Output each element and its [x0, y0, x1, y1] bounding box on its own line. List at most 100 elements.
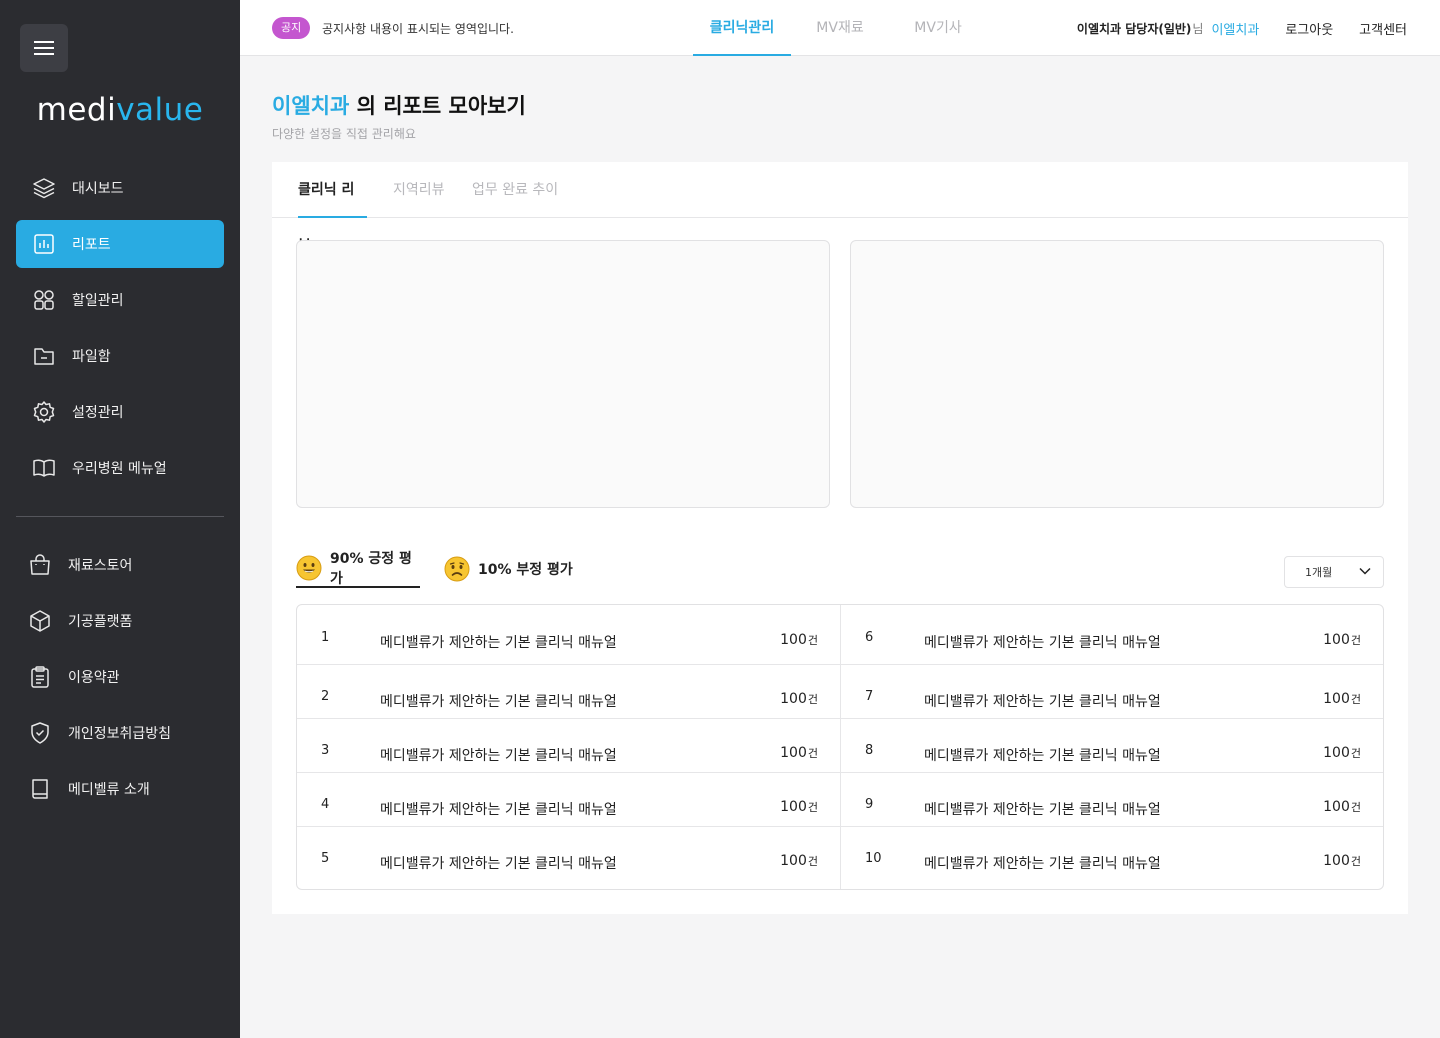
- row-count-unit: 건: [1350, 693, 1361, 706]
- row-number: 10: [865, 851, 882, 866]
- sidebar-item-settings[interactable]: 설정관리: [16, 388, 224, 436]
- sidebar-item-label: 우리병원 메뉴얼: [72, 461, 167, 477]
- row-count-value: 100: [780, 691, 807, 707]
- table-row[interactable]: 5 메디밸류가 제안하는 기본 클리닉 매뉴얼 100건: [297, 827, 840, 889]
- book-open-icon: [32, 456, 56, 480]
- medivalue-logo[interactable]: medivalue: [0, 88, 240, 132]
- row-count-unit: 건: [807, 801, 818, 814]
- ranking-column-left: 1 메디밸류가 제안하는 기본 클리닉 매뉴얼 100건 2 메디밸류가 제안하는 기본…: [297, 605, 840, 889]
- sidebar-nav-main: 대시보드 리포트 할일관리 파일함 설정관리 우리병원 메뉴얼: [16, 164, 224, 500]
- table-row[interactable]: 9 메디밸류가 제안하는 기본 클리닉 매뉴얼 100건: [841, 773, 1383, 827]
- sidebar-item-privacy[interactable]: 개인정보취급방침: [28, 709, 224, 757]
- row-title: 메디밸류가 제안하는 기본 클리닉 매뉴얼: [924, 748, 1161, 764]
- row-number: 1: [321, 630, 330, 645]
- row-count-unit: 건: [807, 855, 818, 868]
- user-suffix: 님: [1192, 22, 1204, 36]
- sidebar-item-dashboard[interactable]: 대시보드: [16, 164, 224, 212]
- row-count: 100건: [1323, 799, 1361, 815]
- hamburger-menu-button[interactable]: [20, 24, 68, 72]
- row-count-unit: 건: [1350, 801, 1361, 814]
- sidebar-item-label: 리포트: [72, 237, 111, 253]
- user-area: 이엘치과 담당자(일반) 님 이엘치과 로그아웃 고객센터: [1077, 19, 1407, 38]
- page-title: 이엘치과 의 리포트 모아보기: [272, 90, 526, 120]
- row-number: 8: [865, 743, 874, 758]
- table-row[interactable]: 4 메디밸류가 제안하는 기본 클리닉 매뉴얼 100건: [297, 773, 840, 827]
- tab-clinic-review[interactable]: 클리닉 리뷰: [298, 162, 367, 254]
- row-number: 3: [321, 743, 330, 758]
- row-title: 메디밸류가 제안하는 기본 클리닉 매뉴얼: [380, 856, 617, 872]
- row-title: 메디밸류가 제안하는 기본 클리닉 매뉴얼: [924, 856, 1161, 872]
- support-link[interactable]: 고객센터: [1359, 19, 1407, 38]
- gear-icon: [32, 400, 56, 424]
- sidebar-item-label: 재료스토어: [68, 558, 133, 574]
- table-row[interactable]: 7 메디밸류가 제안하는 기본 클리닉 매뉴얼 100건: [841, 665, 1383, 719]
- row-count-value: 100: [1323, 691, 1350, 707]
- layers-icon: [32, 176, 56, 200]
- table-row[interactable]: 6 메디밸류가 제안하는 기본 클리닉 매뉴얼 100건: [841, 605, 1383, 665]
- period-select-value: 1개월: [1305, 566, 1333, 579]
- table-row[interactable]: 10 메디밸류가 제안하는 기본 클리닉 매뉴얼 100건: [841, 827, 1383, 889]
- report-panel: 클리닉 리뷰 지역리뷰 업무 완료 추이 90% 긍정 평가 10% 부정 평가…: [272, 162, 1408, 914]
- sidebar-item-lab-platform[interactable]: 기공플랫폼: [28, 597, 224, 645]
- row-count: 100건: [1323, 745, 1361, 761]
- table-row[interactable]: 3 메디밸류가 제안하는 기본 클리닉 매뉴얼 100건: [297, 719, 840, 773]
- sidebar-item-about[interactable]: 메디벨류 소개: [28, 765, 224, 813]
- page-subtitle: 다양한 설정을 직접 관리해요: [272, 127, 416, 141]
- tab-task-completion-trend[interactable]: 업무 완료 추이: [472, 162, 558, 218]
- folder-icon: [32, 344, 56, 368]
- sidebar-item-label: 설정관리: [72, 405, 124, 421]
- row-count-value: 100: [780, 799, 807, 815]
- positive-rating-label: 90% 긍정 평가: [330, 551, 412, 587]
- row-count-value: 100: [1323, 799, 1350, 815]
- tab-mv-technician[interactable]: MV기사: [889, 0, 987, 56]
- book-icon: [28, 777, 52, 801]
- period-select[interactable]: 1개월: [1284, 556, 1384, 588]
- row-count: 100건: [780, 853, 818, 869]
- row-number: 2: [321, 689, 330, 704]
- row-count-unit: 건: [1350, 747, 1361, 760]
- ranking-column-right: 6 메디밸류가 제안하는 기본 클리닉 매뉴얼 100건 7 메디밸류가 제안하는 기본…: [840, 605, 1383, 889]
- top-tabs: 클리닉관리 MV재료 MV기사: [693, 0, 987, 56]
- hamburger-icon: [34, 41, 54, 55]
- sidebar-item-label: 기공플랫폼: [68, 614, 133, 630]
- table-row[interactable]: 1 메디밸류가 제안하는 기본 클리닉 매뉴얼 100건: [297, 605, 840, 665]
- sidebar-item-label: 메디벨류 소개: [68, 782, 150, 798]
- row-count-value: 100: [780, 632, 807, 648]
- row-count: 100건: [780, 799, 818, 815]
- grid-icon: [32, 288, 56, 312]
- clipboard-icon: [28, 665, 52, 689]
- row-count-unit: 건: [1350, 855, 1361, 868]
- sidebar-item-manual[interactable]: 우리병원 메뉴얼: [16, 444, 224, 492]
- sidebar-item-terms[interactable]: 이용약관: [28, 653, 224, 701]
- sidebar-item-label: 할일관리: [72, 293, 124, 309]
- negative-rating-tab[interactable]: 10% 부정 평가: [444, 550, 573, 588]
- user-clinic[interactable]: 이엘치과: [1211, 19, 1259, 38]
- shopping-bag-icon: [28, 553, 52, 577]
- row-title: 메디밸류가 제안하는 기본 클리닉 매뉴얼: [924, 694, 1161, 710]
- shield-icon: [28, 721, 52, 745]
- sidebar-item-label: 개인정보취급방침: [68, 726, 172, 742]
- sidebar-item-todo[interactable]: 할일관리: [16, 276, 224, 324]
- tab-mv-materials[interactable]: MV재료: [791, 0, 889, 56]
- sidebar-item-store[interactable]: 재료스토어: [28, 541, 224, 589]
- logout-link[interactable]: 로그아웃: [1285, 19, 1333, 38]
- positive-rating-tab[interactable]: 90% 긍정 평가: [296, 550, 420, 588]
- table-row[interactable]: 2 메디밸류가 제안하는 기본 클리닉 매뉴얼 100건: [297, 665, 840, 719]
- table-row[interactable]: 8 메디밸류가 제안하는 기본 클리닉 매뉴얼 100건: [841, 719, 1383, 773]
- row-count-unit: 건: [807, 693, 818, 706]
- sidebar: medivalue 대시보드 리포트 할일관리 파일함 설정관리 우리병원 메뉴…: [0, 0, 240, 1038]
- cube-icon: [28, 609, 52, 633]
- sidebar-item-report[interactable]: 리포트: [16, 220, 224, 268]
- sidebar-item-label: 파일함: [72, 349, 111, 365]
- sidebar-item-files[interactable]: 파일함: [16, 332, 224, 380]
- tab-regional-review[interactable]: 지역리뷰: [393, 162, 445, 218]
- row-count-value: 100: [1323, 853, 1350, 869]
- notice-text[interactable]: 공지사항 내용이 표시되는 영역입니다.: [322, 20, 514, 37]
- row-count: 100건: [780, 745, 818, 761]
- chevron-down-icon: [1359, 567, 1371, 575]
- sidebar-item-label: 대시보드: [72, 181, 124, 197]
- row-count-value: 100: [780, 853, 807, 869]
- tab-clinic-management[interactable]: 클리닉관리: [693, 0, 791, 56]
- sad-face-icon: [444, 556, 470, 582]
- chart-placeholder-right: [850, 240, 1384, 508]
